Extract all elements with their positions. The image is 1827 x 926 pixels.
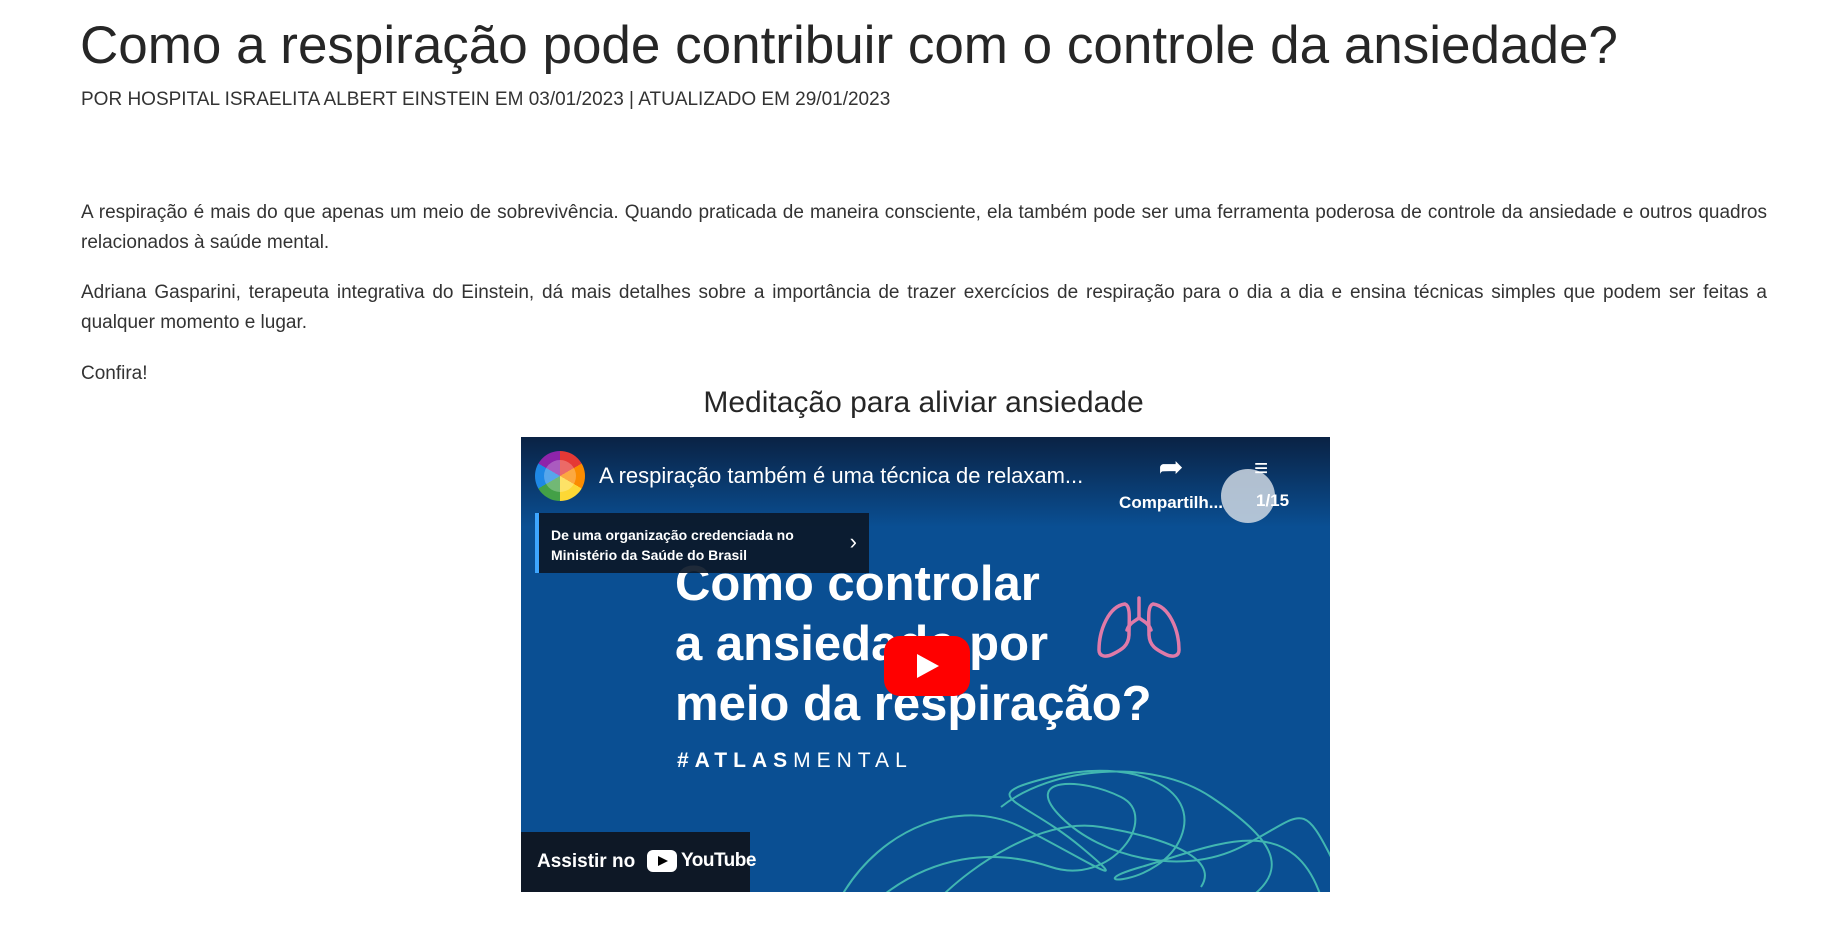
play-icon — [917, 654, 939, 678]
youtube-play-icon — [647, 850, 677, 872]
video-heading-link[interactable]: A respiração também é uma técnica de rel… — [599, 463, 1083, 489]
thumbnail-hashtag: #ATLASMENTAL — [677, 749, 913, 773]
hashtag-rest: MENTAL — [793, 749, 913, 772]
youtube-embed[interactable]: Como controlar a ansiedade por meio da r… — [521, 437, 1330, 892]
hashtag-bold: #ATLAS — [677, 749, 794, 772]
article-paragraph: Adriana Gasparini, terapeuta integrativa… — [81, 282, 1767, 333]
credential-panel[interactable]: De uma organização credenciada no Minist… — [535, 513, 869, 573]
video-section-title: Meditação para aliviar ansiedade — [703, 386, 1144, 419]
share-label: Compartilh... — [1119, 493, 1223, 512]
credential-text: De uma organização credenciada no Minist… — [551, 527, 794, 563]
scribble-decoration — [842, 769, 1330, 892]
chevron-right-icon: › — [849, 529, 857, 554]
share-icon: ➦ — [1158, 451, 1184, 484]
playlist-counter: 1/15 — [1256, 491, 1290, 510]
youtube-wordmark: YouTube — [681, 850, 756, 871]
watch-label: Assistir no — [537, 851, 636, 872]
share-button[interactable]: ➦ Compartilh... — [1111, 453, 1231, 513]
article-title: Como a respiração pode contribuir com o … — [80, 16, 1618, 75]
article: Como a respiração pode contribuir com o … — [0, 0, 1827, 926]
article-paragraph: Confira! — [81, 363, 148, 384]
avatar-star-icon — [544, 460, 576, 492]
article-byline: POR HOSPITAL ISRAELITA ALBERT EINSTEIN E… — [81, 89, 891, 110]
channel-avatar[interactable] — [535, 451, 585, 501]
watch-on-youtube-button[interactable]: Assistir no YouTube — [521, 832, 756, 892]
playlist-icon[interactable]: ≡ — [1254, 455, 1268, 483]
article-paragraph: A respiração é mais do que apenas um mei… — [81, 202, 1767, 253]
play-button[interactable] — [884, 636, 970, 696]
youtube-logo: YouTube — [647, 850, 756, 872]
